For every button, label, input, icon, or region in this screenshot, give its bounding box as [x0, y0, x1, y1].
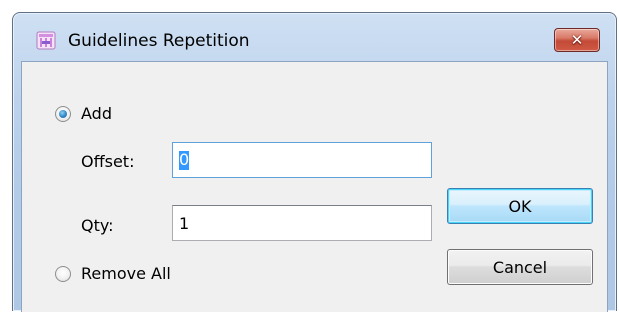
qty-input[interactable] — [172, 205, 432, 241]
remove-all-radio-label[interactable]: Remove All — [81, 264, 171, 284]
app-icon — [35, 29, 57, 51]
dialog-body: Add Offset: 0 Qty: Remove All OK Cancel — [21, 61, 608, 312]
remove-all-radio[interactable] — [55, 266, 71, 282]
add-radio[interactable] — [55, 106, 71, 122]
offset-label: Offset: — [81, 152, 135, 171]
close-button[interactable]: ✕ — [554, 28, 600, 52]
offset-field-wrapper: 0 — [172, 142, 432, 178]
offset-input[interactable] — [172, 142, 432, 178]
window-title: Guidelines Repetition — [68, 31, 250, 51]
dialog-window: Guidelines Repetition ✕ Add Offset: 0 Qt… — [12, 12, 617, 312]
close-icon: ✕ — [570, 30, 584, 49]
ok-button[interactable]: OK — [447, 188, 593, 224]
cancel-button[interactable]: Cancel — [447, 249, 593, 285]
title-bar[interactable]: Guidelines Repetition ✕ — [13, 13, 616, 61]
qty-label: Qty: — [81, 216, 114, 235]
add-radio-label[interactable]: Add — [81, 104, 112, 124]
offset-value-text: 0 — [179, 150, 190, 169]
